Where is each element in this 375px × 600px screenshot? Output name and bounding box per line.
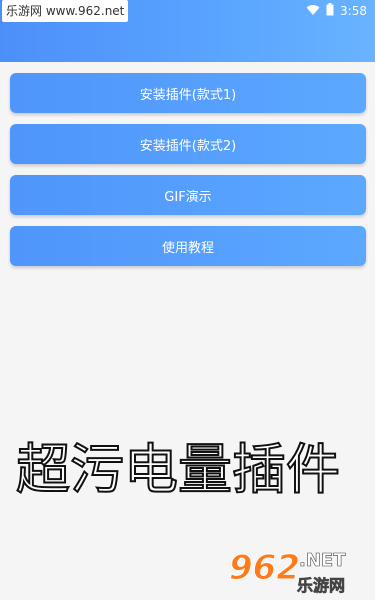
status-bar: 乐游网 www.962.net 3:58: [0, 0, 375, 24]
site-logo: 962 .NET 乐游网: [229, 548, 369, 596]
clock: 3:58: [340, 4, 367, 18]
status-right: 3:58: [306, 0, 367, 22]
page-title: 超污电量插件: [15, 437, 341, 502]
battery-icon: [326, 3, 334, 19]
menu-list: 安装插件(款式1) 安装插件(款式2) GIF演示 使用教程: [10, 73, 366, 277]
logo-chinese: 乐游网: [297, 576, 346, 596]
install-plugin-style2-button[interactable]: 安装插件(款式2): [10, 124, 366, 164]
watermark-top: 乐游网 www.962.net: [2, 0, 129, 22]
tutorial-button[interactable]: 使用教程: [10, 226, 366, 266]
install-plugin-style1-button[interactable]: 安装插件(款式1): [10, 73, 366, 113]
wifi-icon: [306, 4, 320, 19]
logo-number: 962: [229, 548, 301, 589]
logo-net: .NET: [299, 550, 346, 572]
gif-demo-button[interactable]: GIF演示: [10, 175, 366, 215]
